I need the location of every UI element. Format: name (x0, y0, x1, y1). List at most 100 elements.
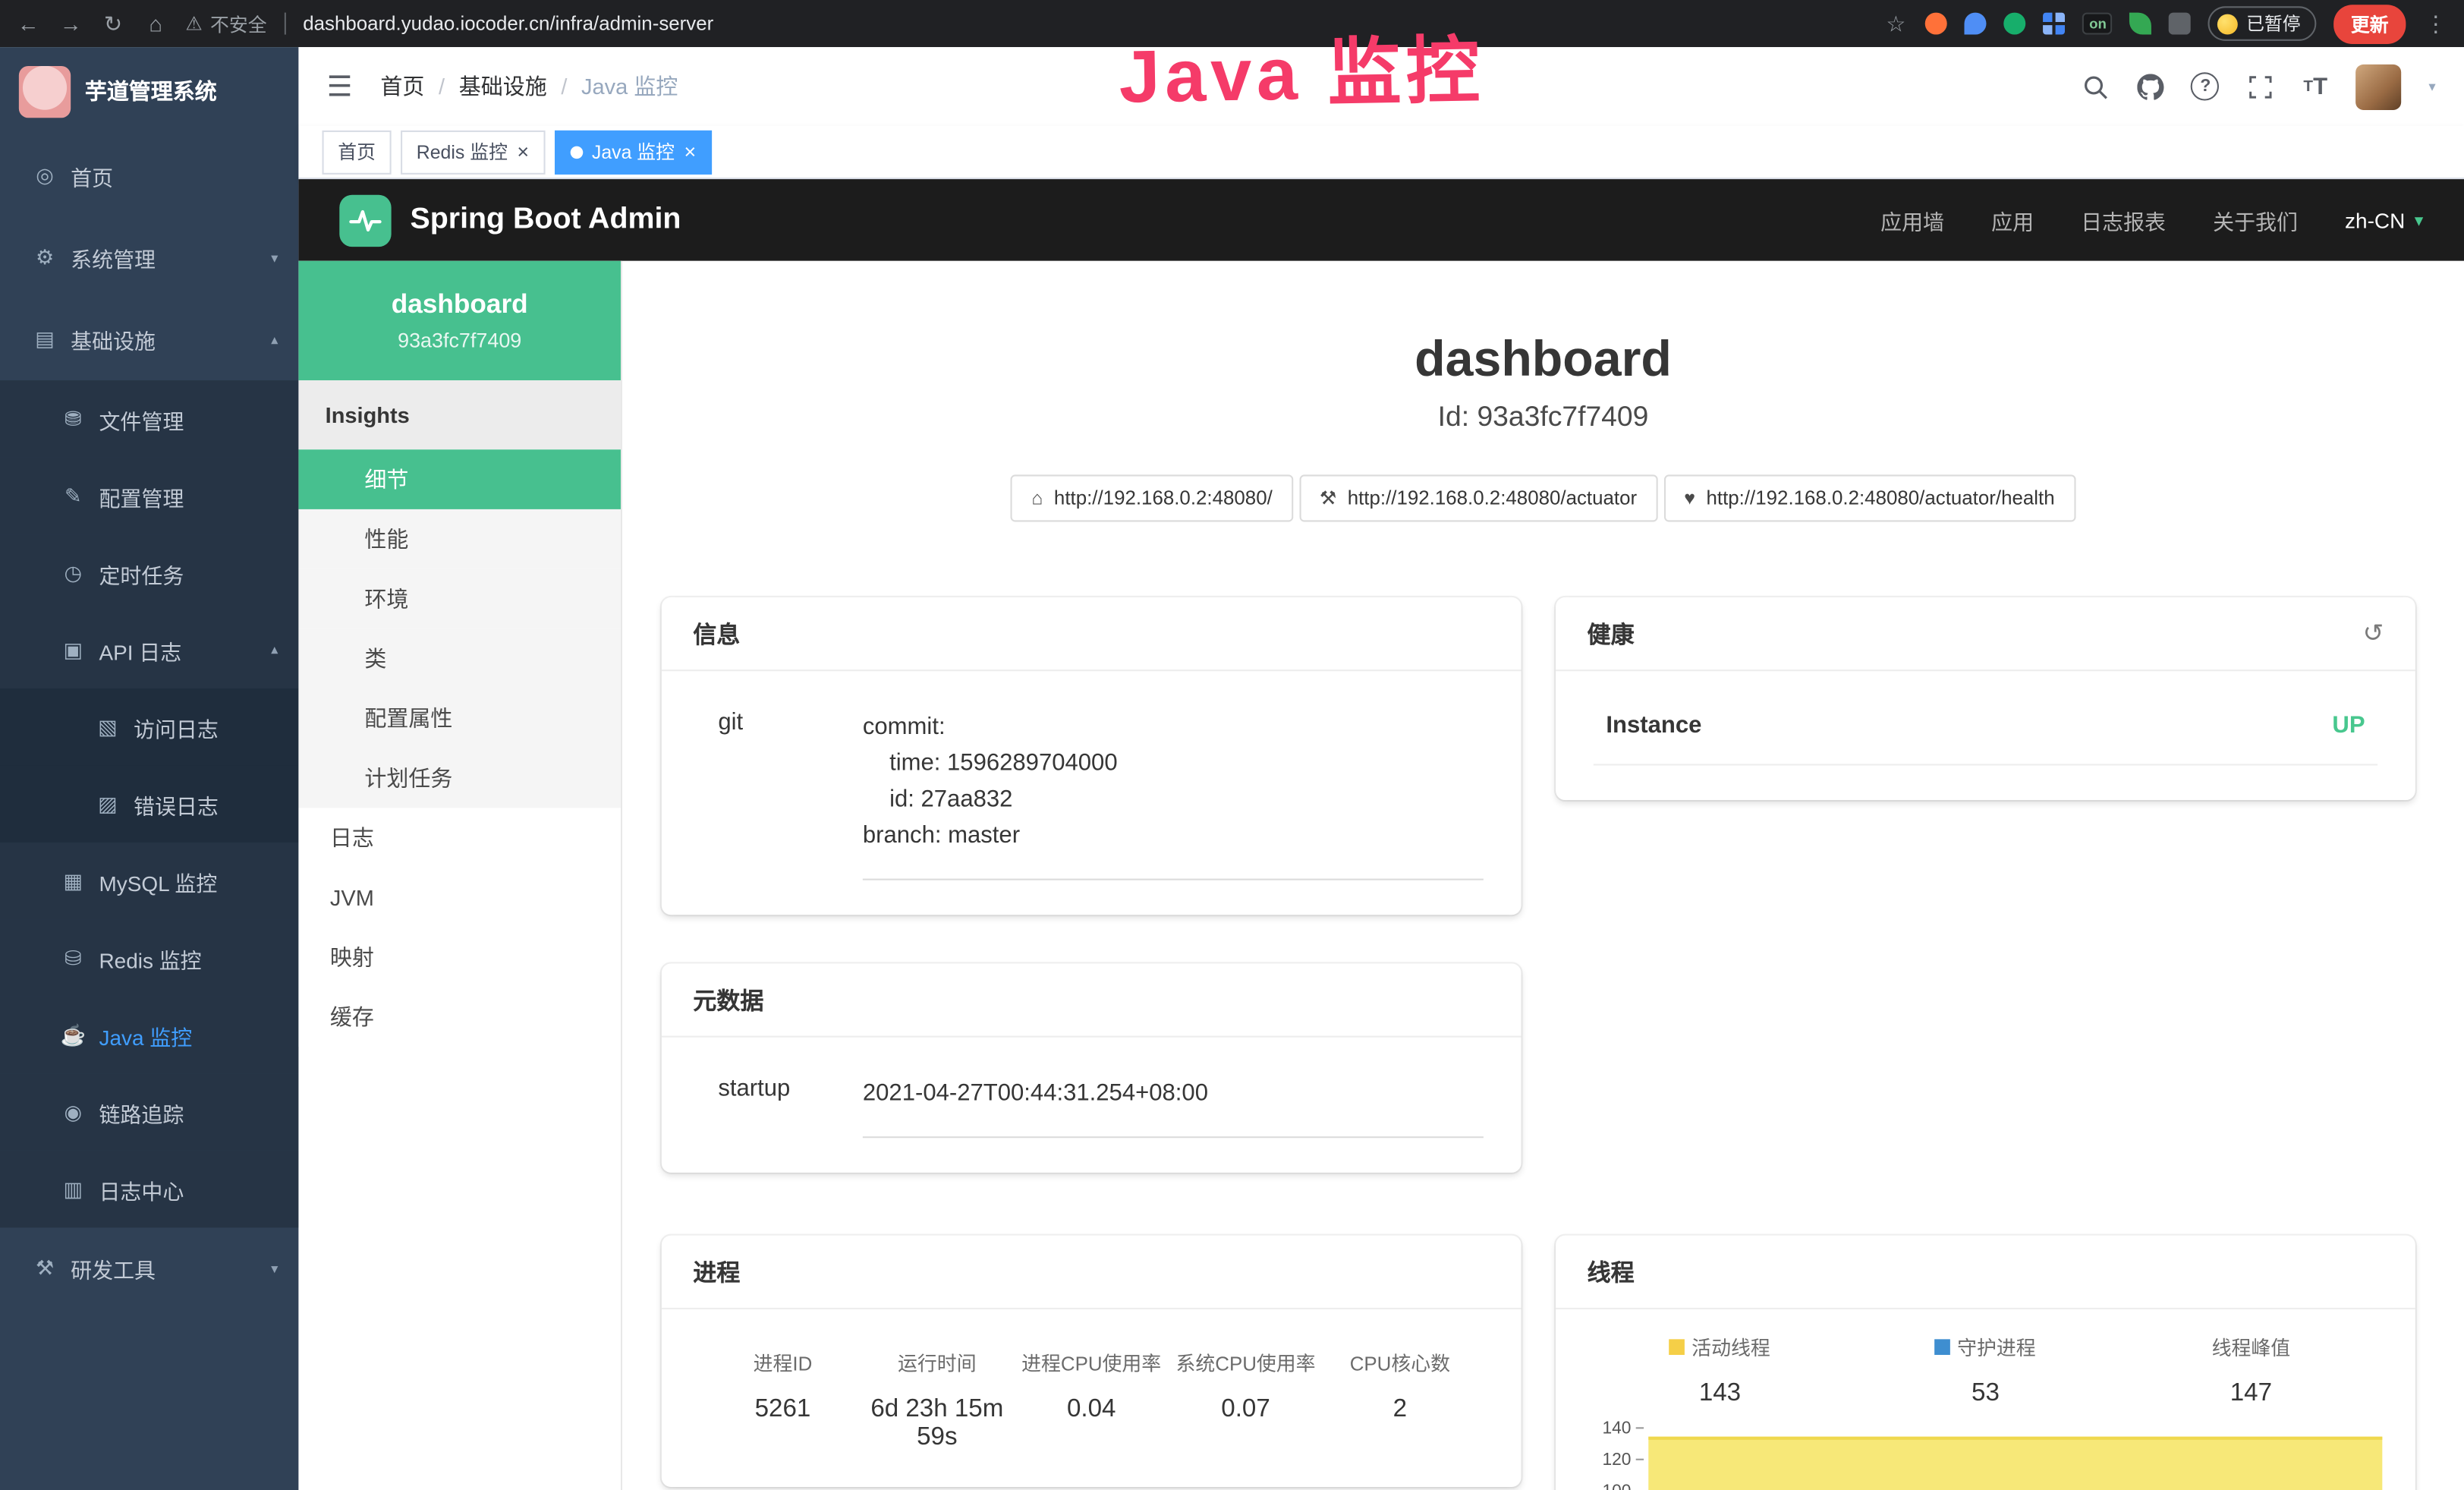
info-line: time: 1596289704000 (863, 745, 1484, 782)
sidebar-item-label: 基础设施 (71, 324, 156, 355)
warning-icon: ⚠ (185, 13, 202, 35)
heart-icon: ♥ (1684, 487, 1695, 509)
tab-java-monitor[interactable]: Java 监控 × (554, 130, 712, 174)
github-icon[interactable] (2136, 72, 2164, 100)
paused-badge[interactable]: 已暂停 (2208, 6, 2316, 41)
sba-section-insights[interactable]: Insights (298, 380, 621, 449)
metric-label: 运行时间 (860, 1347, 1014, 1377)
extension-grid-icon[interactable] (2044, 13, 2066, 35)
sba-item-metrics[interactable]: 性能 (298, 509, 621, 569)
gear-icon: ⚙ (31, 245, 58, 270)
sba-instance-block[interactable]: dashboard 93a3fc7f7409 (298, 261, 621, 380)
tab-label: 首页 (338, 138, 376, 165)
close-icon[interactable]: × (684, 141, 696, 162)
service-url-link[interactable]: ⌂ http://192.168.0.2:48080/ (1011, 474, 1292, 521)
info-card: 信息 git commit: time: 1596289704000 (662, 597, 1522, 915)
card-title: 元数据 (693, 983, 763, 1016)
caret-down-icon[interactable]: ▾ (2428, 78, 2435, 96)
tab-redis-monitor[interactable]: Redis 监控 × (401, 130, 545, 174)
redis-icon: ⛁ (60, 946, 87, 971)
clock-icon: ◷ (60, 560, 87, 585)
extension-icon[interactable] (2004, 13, 2026, 35)
sba-item-mappings[interactable]: 映射 (298, 928, 621, 988)
extension-icon[interactable] (1926, 13, 1948, 35)
sidebar-item-config[interactable]: ✎ 配置管理 (0, 458, 298, 534)
user-avatar[interactable] (2356, 64, 2402, 109)
sba-item-jvm[interactable]: JVM (298, 868, 621, 928)
kebab-menu-icon[interactable]: ⋮ (2423, 10, 2448, 36)
extension-puzzle-icon[interactable] (2170, 13, 2192, 35)
metadata-card: 元数据 startup 2021-04-27T00:44:31.254+08:0… (662, 963, 1522, 1172)
actuator-url-link[interactable]: ⚒ http://192.168.0.2:48080/actuator (1299, 474, 1657, 521)
sidebar-item-infra[interactable]: ▤ 基础设施 ▴ (0, 298, 298, 380)
sidebar-item-log-center[interactable]: ▥ 日志中心 (0, 1151, 298, 1227)
back-icon[interactable]: ← (16, 11, 41, 36)
sba-item-scheduled-tasks[interactable]: 计划任务 (298, 748, 621, 808)
sba-nav-applications[interactable]: 应用 (1991, 204, 2034, 235)
metric: 守护进程 53 (1852, 1331, 2118, 1408)
forward-icon[interactable]: → (58, 11, 83, 36)
sba-item-classes[interactable]: 类 (298, 628, 621, 688)
sba-item-logs[interactable]: 日志 (298, 808, 621, 868)
sba-item-environment[interactable]: 环境 (298, 569, 621, 629)
search-icon[interactable] (2082, 72, 2110, 100)
chevron-down-icon: ▾ (271, 1260, 278, 1277)
sidebar-item-system[interactable]: ⚙ 系统管理 ▾ (0, 217, 298, 299)
screen: ← → ↻ ⌂ ⚠ 不安全 dashboard.yudao.iocoder.cn… (0, 0, 2464, 1490)
card-title: 健康 (1588, 617, 1635, 650)
chart-y-axis: 140 120 100 (1581, 1429, 1647, 1490)
api-log-icon: ▣ (60, 638, 87, 663)
sba-item-config-props[interactable]: 配置属性 (298, 688, 621, 748)
breadcrumb-item[interactable]: 首页 (380, 71, 424, 102)
sidebar-item-cron[interactable]: ◷ 定时任务 (0, 534, 298, 611)
history-icon[interactable]: ↺ (2363, 618, 2384, 649)
reload-icon[interactable]: ↻ (101, 10, 126, 36)
sba-brand[interactable]: Spring Boot Admin (410, 203, 681, 238)
sidebar-item-java[interactable]: ☕ Java 监控 (0, 997, 298, 1073)
extension-icon[interactable] (1965, 13, 1987, 35)
bookmark-star-icon[interactable]: ☆ (1883, 10, 1909, 36)
health-url-link[interactable]: ♥ http://192.168.0.2:48080/actuator/heal… (1663, 474, 2075, 521)
sba-nav-about[interactable]: 关于我们 (2213, 204, 2298, 235)
sidebar-item-home[interactable]: ◎ 首页 (0, 135, 298, 217)
sidebar-item-redis[interactable]: ⛁ Redis 监控 (0, 919, 298, 996)
extension-on-badge[interactable]: on (2083, 13, 2113, 35)
sidebar-item-api-log[interactable]: ▣ API 日志 ▴ (0, 612, 298, 688)
sba-nav-journal[interactable]: 日志报表 (2081, 204, 2166, 235)
hamburger-icon[interactable]: ☰ (327, 70, 352, 102)
sidebar-item-access-log[interactable]: ▧ 访问日志 (0, 688, 298, 765)
health-row[interactable]: Instance UP (1594, 709, 2377, 766)
sba-nav-wall[interactable]: 应用墙 (1880, 204, 1944, 235)
spring-boot-admin: Spring Boot Admin 应用墙 应用 日志报表 关于我们 zh-CN… (298, 179, 2464, 1490)
metric-value: 143 (1588, 1380, 1853, 1408)
sidebar-item-trace[interactable]: ◉ 链路追踪 (0, 1073, 298, 1150)
sba-locale-select[interactable]: zh-CN ▾ (2345, 208, 2423, 232)
sidebar-item-files[interactable]: ⛃ 文件管理 (0, 380, 298, 457)
help-icon[interactable]: ? (2192, 72, 2220, 100)
breadcrumb-item[interactable]: 基础设施 (459, 71, 547, 102)
update-button[interactable]: 更新 (2333, 4, 2406, 43)
browser-home-icon[interactable]: ⌂ (143, 11, 168, 36)
sidebar-item-mysql[interactable]: ▦ MySQL 监控 (0, 843, 298, 919)
metric: 系统CPU使用率 0.07 (1169, 1347, 1323, 1453)
chevron-down-icon: ▾ (271, 249, 278, 266)
close-icon[interactable]: × (517, 141, 529, 162)
security-chip[interactable]: ⚠ 不安全 (185, 10, 266, 36)
sidebar-item-label: 研发工具 (71, 1252, 156, 1284)
sidebar-item-label: 访问日志 (134, 711, 219, 742)
sba-logo-icon[interactable] (339, 194, 391, 246)
tab-home[interactable]: 首页 (323, 130, 392, 174)
sidebar-item-error-log[interactable]: ▨ 错误日志 (0, 765, 298, 842)
metric-value: 2 (1323, 1396, 1477, 1424)
extension-leaf-icon[interactable] (2130, 13, 2152, 35)
sba-item-details[interactable]: 细节 (298, 449, 621, 509)
sba-nav: 应用墙 应用 日志报表 关于我们 zh-CN ▾ (1880, 204, 2423, 235)
sba-item-caches[interactable]: 缓存 (298, 987, 621, 1047)
font-size-icon[interactable]: TT (2302, 72, 2330, 100)
metric-value: 53 (1852, 1380, 2118, 1408)
header-actions: ? TT ▾ (2082, 64, 2436, 109)
sidebar-item-devtools[interactable]: ⚒ 研发工具 ▾ (0, 1227, 298, 1309)
fullscreen-icon[interactable] (2246, 72, 2274, 100)
address-bar[interactable]: dashboard.yudao.iocoder.cn/infra/admin-s… (303, 13, 713, 35)
metric-value: 0.07 (1169, 1396, 1323, 1424)
